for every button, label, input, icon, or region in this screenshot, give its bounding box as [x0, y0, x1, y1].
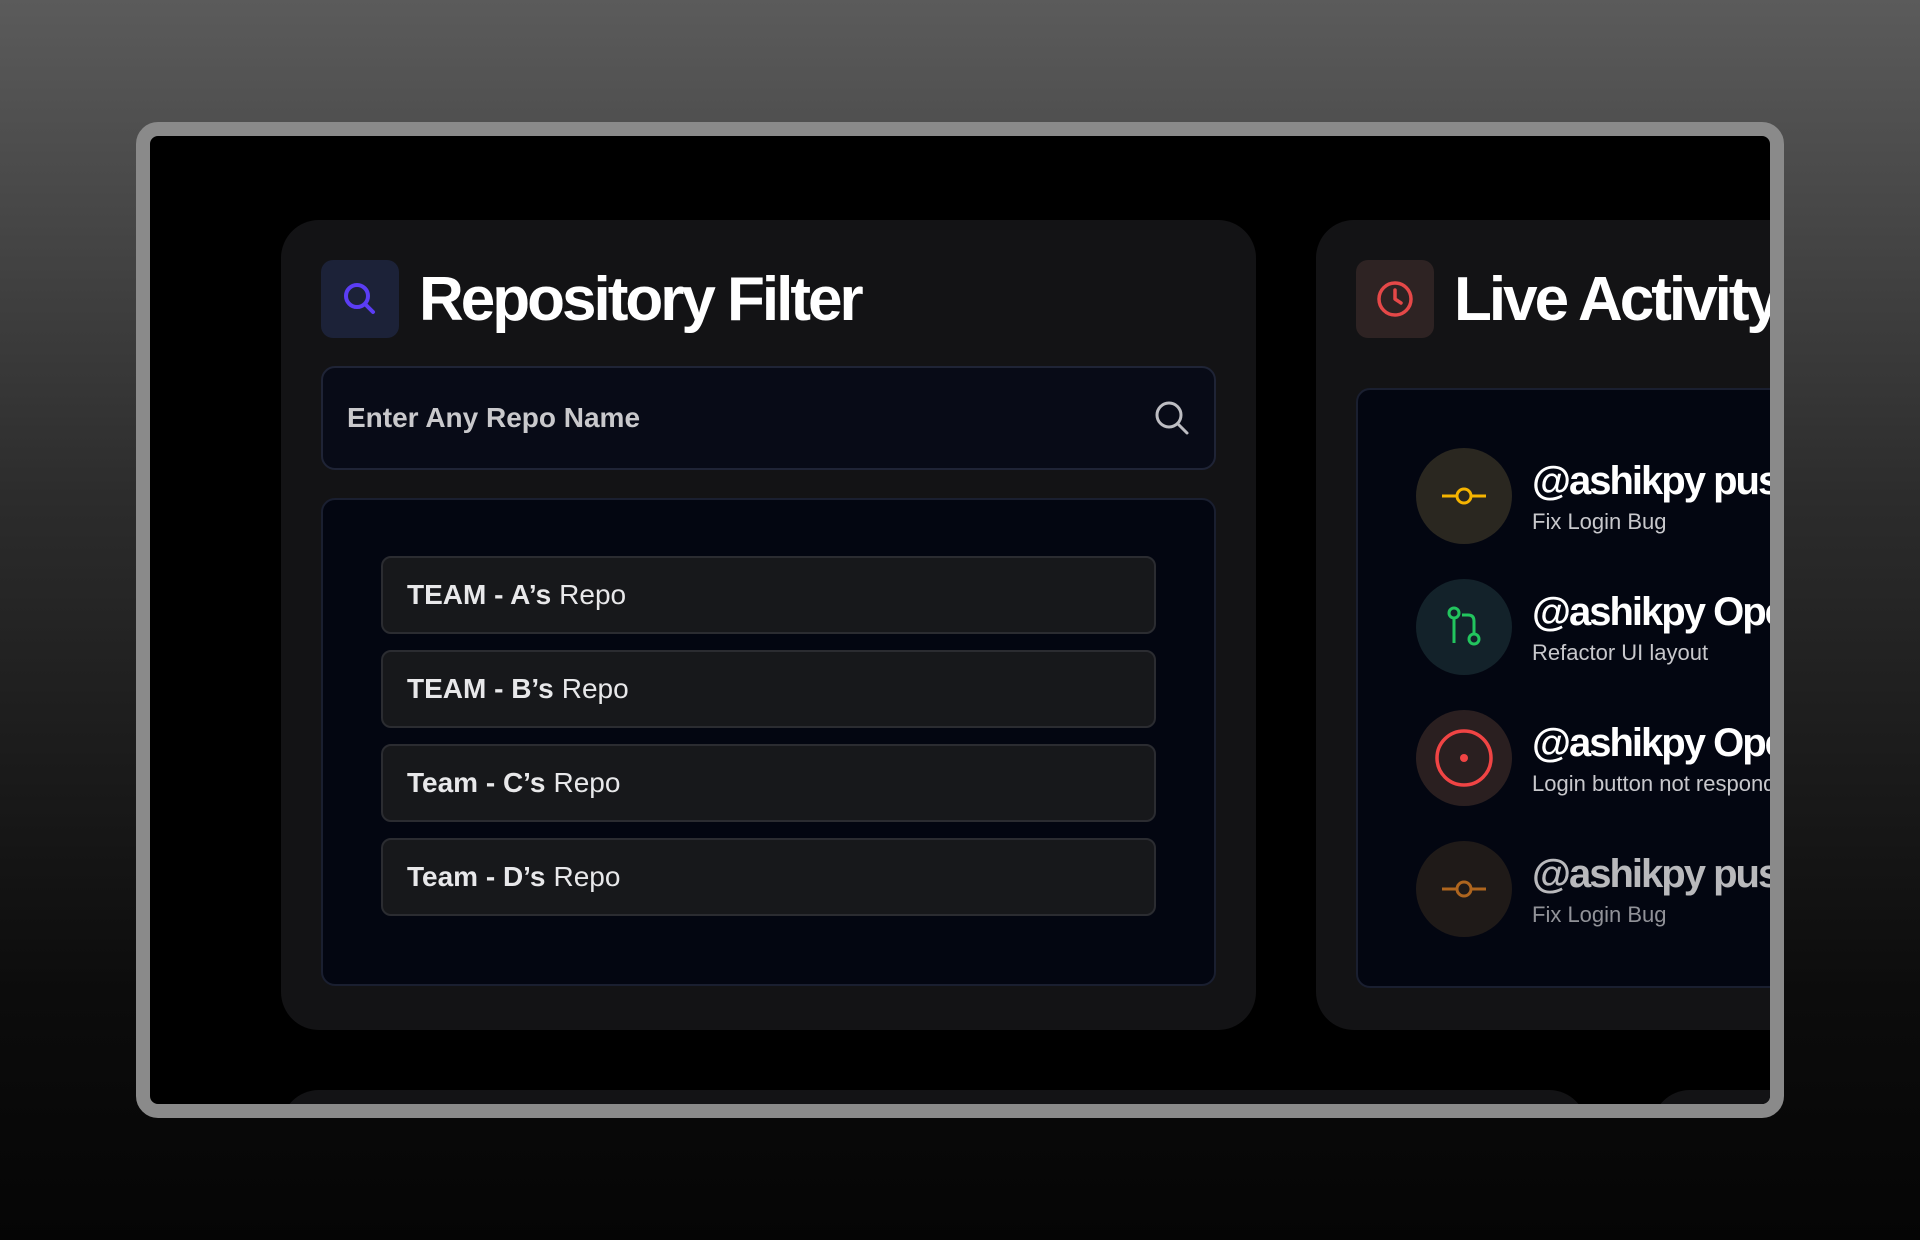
activity-item[interactable]: @ashikpy Ope Refactor UI layout	[1416, 579, 1784, 675]
activity-subtitle: Fix Login Bug	[1532, 902, 1667, 927]
repo-suffix-label: Repo	[561, 673, 629, 704]
app-window: Repository Filter TEAM - A’s Repo TEAM -…	[136, 122, 1784, 1118]
activity-subtitle: Refactor UI layout	[1532, 640, 1709, 665]
repo-suffix-label: Repo	[559, 579, 627, 610]
repo-team-label: TEAM - A’s	[407, 579, 552, 610]
repo-item-team-a[interactable]: TEAM - A’s Repo	[381, 556, 1156, 634]
activity-title: @ashikpy Ope	[1532, 590, 1784, 634]
repo-suffix-label: Repo	[553, 767, 621, 798]
activity-item[interactable]: @ashikpy pus Fix Login Bug	[1416, 841, 1779, 937]
live-activity-title: Live Activity	[1454, 264, 1778, 334]
activity-item[interactable]: @ashikpy pus Fix Login Bug	[1416, 448, 1779, 544]
repo-list: TEAM - A’s Repo TEAM - B’s Repo Team - C…	[321, 498, 1216, 986]
search-icon	[321, 260, 399, 338]
repository-filter-panel: Repository Filter TEAM - A’s Repo TEAM -…	[281, 220, 1256, 1030]
activity-feed: @ashikpy pus Fix Login Bug @ashikpy Ope …	[1356, 388, 1784, 988]
live-activity-panel: Live Activity @ashikpy pus Fix Login Bug	[1316, 220, 1784, 1030]
issue-icon	[1416, 710, 1512, 806]
repo-search-input[interactable]	[347, 402, 1152, 434]
lower-panel	[1652, 1090, 1770, 1104]
repo-item-team-d[interactable]: Team - D’s Repo	[381, 838, 1156, 916]
activity-subtitle: Fix Login Bug	[1532, 509, 1667, 534]
pull-request-icon	[1416, 579, 1512, 675]
repo-team-label: Team - D’s	[407, 861, 546, 892]
activity-title: @ashikpy Ope	[1532, 721, 1784, 765]
live-activity-header: Live Activity	[1356, 260, 1778, 338]
repo-item-team-c[interactable]: Team - C’s Repo	[381, 744, 1156, 822]
lower-panel	[281, 1090, 1587, 1104]
commit-icon	[1416, 841, 1512, 937]
repo-suffix-label: Repo	[553, 861, 621, 892]
activity-title: @ashikpy pus	[1532, 852, 1779, 896]
repo-team-label: Team - C’s	[407, 767, 546, 798]
activity-title: @ashikpy pus	[1532, 459, 1779, 503]
repository-filter-title: Repository Filter	[419, 264, 864, 334]
repo-search-box	[321, 366, 1216, 470]
repo-item-team-b[interactable]: TEAM - B’s Repo	[381, 650, 1156, 728]
activity-subtitle: Login button not respond	[1532, 771, 1776, 796]
commit-icon	[1416, 448, 1512, 544]
activity-item[interactable]: @ashikpy Ope Login button not respond	[1416, 710, 1784, 806]
clock-icon	[1356, 260, 1434, 338]
repository-filter-header: Repository Filter	[321, 260, 864, 338]
search-button-icon[interactable]	[1152, 398, 1192, 438]
repo-team-label: TEAM - B’s	[407, 673, 554, 704]
